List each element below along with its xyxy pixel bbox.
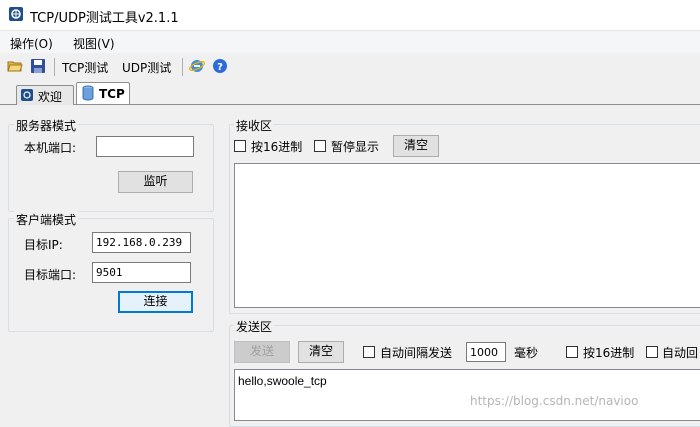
app-icon — [9, 7, 23, 21]
toolbar-separator — [54, 58, 55, 76]
pause-display-label: 暂停显示 — [331, 140, 380, 154]
auto-send-label: 自动间隔发送 — [380, 346, 453, 360]
receive-textarea[interactable] — [234, 163, 700, 308]
auto-reply-label: 自动回 — [662, 346, 699, 360]
target-ip-label: 目标IP: — [24, 238, 63, 252]
receive-group-title: 接收区 — [234, 117, 275, 134]
target-port-label: 目标端口: — [24, 268, 77, 282]
local-port-input[interactable] — [96, 136, 194, 157]
tab-tcp[interactable]: TCP — [76, 82, 130, 104]
local-port-label: 本机端口: — [24, 141, 77, 155]
target-port-input[interactable]: 9501 — [92, 262, 191, 283]
server-mode-title: 服务器模式 — [14, 117, 79, 134]
welcome-icon — [21, 89, 33, 101]
tab-welcome[interactable]: 欢迎 — [16, 85, 74, 105]
send-group-title: 发送区 — [234, 318, 275, 335]
target-ip-input[interactable]: 192.168.0.239 — [92, 232, 191, 253]
auto-send-checkbox[interactable] — [363, 346, 375, 358]
save-icon[interactable] — [30, 58, 46, 74]
watermark: https://blog.csdn.net/navioo — [470, 394, 639, 408]
receive-hex-checkbox[interactable] — [234, 140, 246, 152]
interval-input[interactable]: 1000 — [466, 342, 506, 362]
udp-test-button[interactable]: UDP测试 — [122, 59, 171, 76]
tcp-test-button[interactable]: TCP测试 — [62, 59, 108, 76]
interval-unit-label: 毫秒 — [514, 346, 539, 360]
toolbar-separator — [182, 58, 183, 76]
open-folder-icon[interactable] — [7, 58, 23, 74]
tab-welcome-label: 欢迎 — [38, 90, 63, 104]
database-icon — [82, 85, 94, 101]
browser-icon[interactable] — [189, 58, 205, 74]
menu-operate[interactable]: 操作(O) — [10, 35, 53, 52]
svg-text:?: ? — [217, 62, 223, 73]
client-mode-title: 客户端模式 — [14, 211, 79, 228]
send-content: hello,swoole_tcp — [238, 374, 327, 388]
receive-clear-button[interactable]: 清空 — [393, 135, 439, 157]
auto-reply-checkbox[interactable] — [646, 346, 658, 358]
window-title: TCP/UDP测试工具v2.1.1 — [30, 11, 179, 26]
menu-view[interactable]: 视图(V) — [73, 35, 115, 52]
tab-tcp-label: TCP — [99, 87, 125, 101]
listen-button[interactable]: 监听 — [118, 171, 193, 193]
pause-display-checkbox[interactable] — [314, 140, 326, 152]
receive-hex-label: 按16进制 — [251, 140, 303, 154]
connect-button[interactable]: 连接 — [118, 291, 193, 313]
send-clear-button[interactable]: 清空 — [298, 341, 344, 363]
help-icon[interactable]: ? — [212, 58, 228, 74]
send-button[interactable]: 发送 — [234, 341, 290, 363]
send-hex-label: 按16进制 — [583, 346, 635, 360]
send-hex-checkbox[interactable] — [566, 346, 578, 358]
